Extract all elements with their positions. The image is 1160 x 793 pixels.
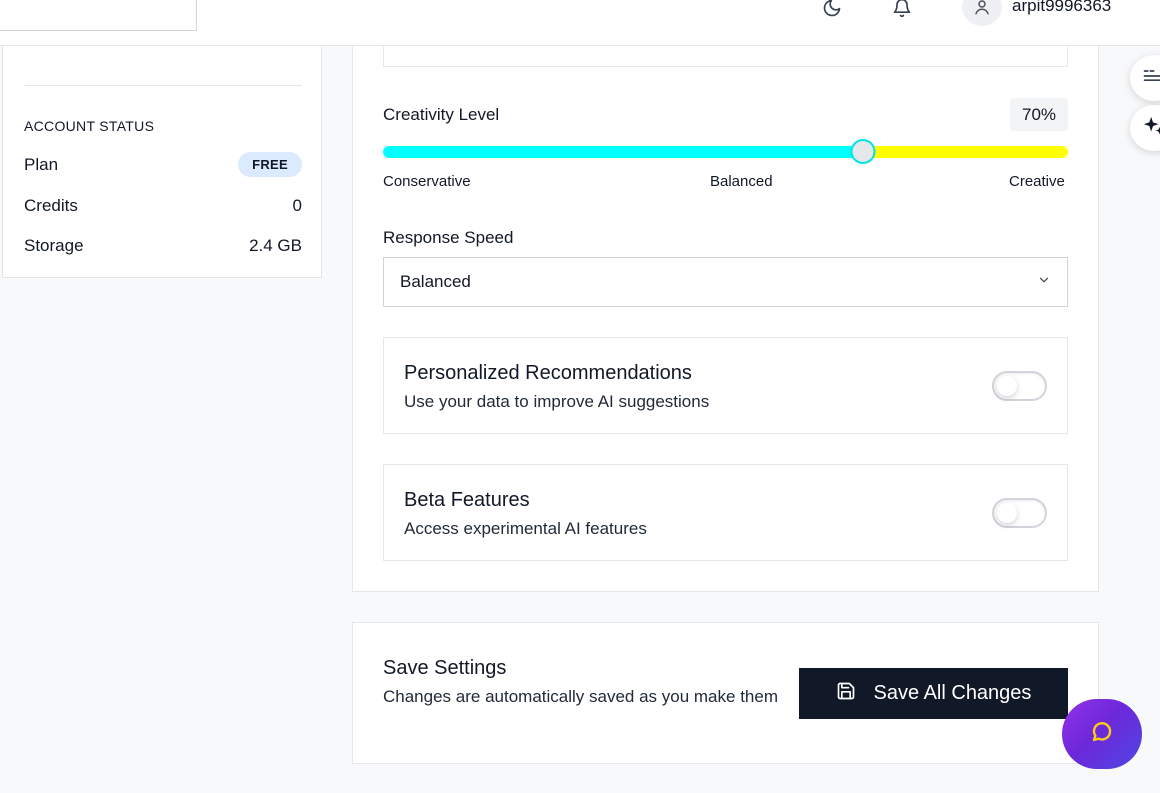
avatar[interactable] (962, 0, 1002, 26)
slider-thumb[interactable] (850, 139, 875, 164)
save-settings-card: Save Settings Changes are automatically … (352, 622, 1099, 764)
personalized-recommendations-card: Personalized Recommendations Use your da… (383, 337, 1068, 434)
creativity-slider[interactable] (383, 139, 1068, 164)
response-speed-value: Balanced (400, 272, 471, 291)
save-button-label: Save All Changes (873, 682, 1032, 704)
beta-features-toggle[interactable] (992, 498, 1047, 528)
ai-settings-card: Creativity Level 70% Conservative Balanc… (352, 46, 1099, 592)
slider-label-creative: Creative (1009, 173, 1065, 190)
chevron-down-icon (1037, 272, 1051, 292)
quote-icon (1142, 66, 1160, 91)
username[interactable]: arpit9996363 (1012, 0, 1111, 16)
toggle-title: Beta Features (404, 489, 530, 511)
creativity-label: Creativity Level (383, 105, 500, 124)
save-settings-description: Changes are automatically saved as you m… (383, 687, 778, 706)
toggle-knob (997, 503, 1017, 523)
chat-bubble-icon (1090, 720, 1114, 749)
bell-icon[interactable] (890, 0, 914, 20)
save-settings-title: Save Settings (383, 657, 507, 679)
plan-badge: FREE (238, 152, 302, 177)
toggle-knob (997, 376, 1017, 396)
ai-sparkle-button[interactable] (1130, 105, 1160, 151)
previous-field[interactable] (383, 46, 1068, 67)
storage-row: Storage 2.4 GB (24, 236, 302, 256)
search-box[interactable] (0, 0, 197, 31)
moon-icon[interactable] (820, 0, 844, 20)
sparkle-icon (1142, 115, 1160, 142)
user-icon (975, 0, 989, 15)
storage-value: 2.4 GB (249, 236, 302, 255)
creativity-percent: 70% (1010, 98, 1068, 131)
account-status-title: ACCOUNT STATUS (24, 118, 155, 134)
response-speed-label: Response Speed (383, 228, 514, 247)
divider (25, 85, 302, 86)
toggle-title: Personalized Recommendations (404, 362, 692, 384)
personalized-recommendations-toggle[interactable] (992, 371, 1047, 401)
account-status-card: ACCOUNT STATUS Plan FREE Credits 0 Stora… (2, 46, 322, 278)
beta-features-card: Beta Features Access experimental AI fea… (383, 464, 1068, 561)
plan-row: Plan FREE (24, 152, 302, 177)
credits-value: 0 (292, 196, 302, 215)
toggle-description: Use your data to improve AI suggestions (404, 392, 710, 411)
response-speed-select[interactable]: Balanced (383, 257, 1068, 307)
toggle-description: Access experimental AI features (404, 519, 647, 538)
credits-row: Credits 0 (24, 196, 302, 216)
quote-tool-button[interactable] (1130, 55, 1160, 101)
top-bar: arpit9996363 (0, 0, 1160, 46)
slider-label-conservative: Conservative (383, 173, 471, 190)
save-icon (836, 681, 856, 707)
save-all-changes-button[interactable]: Save All Changes (799, 668, 1068, 719)
credits-label: Credits (24, 196, 78, 215)
storage-label: Storage (24, 236, 84, 255)
chat-button[interactable] (1062, 699, 1142, 769)
plan-label: Plan (24, 154, 59, 174)
slider-label-balanced: Balanced (710, 173, 773, 190)
